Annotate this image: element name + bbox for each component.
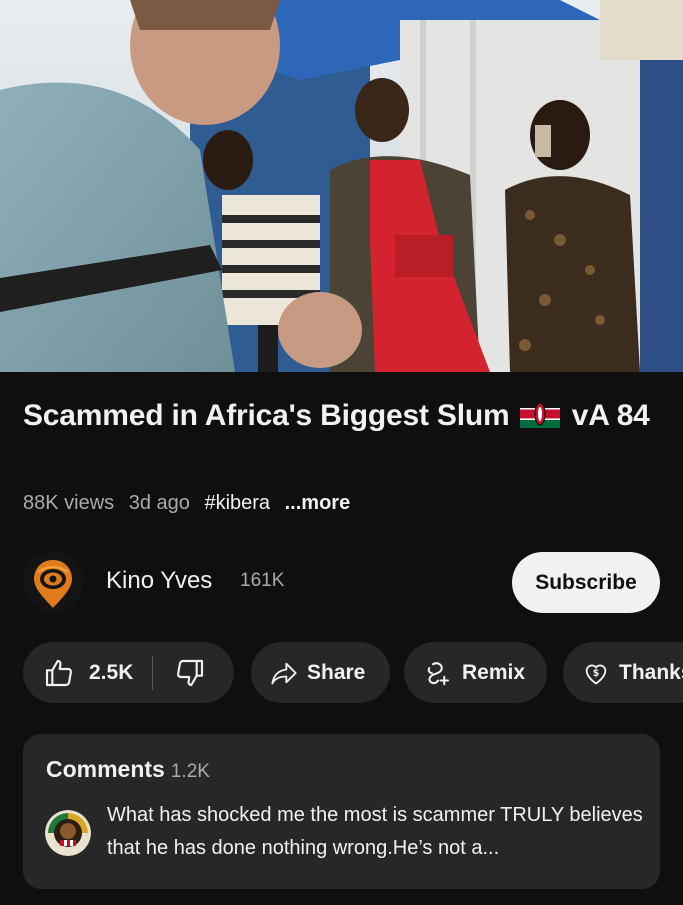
video-title[interactable]: Scammed in Africa's Biggest Slum vA 84 bbox=[23, 395, 663, 439]
subscriber-count: 161K bbox=[240, 570, 285, 591]
video-title-suffix: vA 84 bbox=[571, 399, 650, 432]
remix-label: Remix bbox=[462, 660, 526, 684]
thumbs-up-icon bbox=[43, 657, 75, 689]
thanks-label: Thanks bbox=[619, 660, 683, 684]
video-player[interactable] bbox=[0, 0, 683, 372]
video-title-text: Scammed in Africa's Biggest Slum bbox=[23, 399, 510, 432]
comments-panel[interactable]: Comments 1.2K What has shocked me the mos… bbox=[23, 734, 660, 889]
remix-button[interactable]: Remix bbox=[404, 642, 547, 703]
view-count: 88K views bbox=[23, 492, 115, 514]
remix-icon bbox=[423, 658, 453, 688]
comments-label: Comments bbox=[46, 756, 165, 782]
top-comment-text: What has shocked me the most is scammer … bbox=[107, 804, 643, 859]
share-label: Share bbox=[307, 660, 366, 684]
video-meta[interactable]: 88K views 3d ago #kibera ...more bbox=[23, 492, 359, 515]
svg-text:$: $ bbox=[593, 667, 600, 678]
share-button[interactable]: Share bbox=[251, 642, 390, 703]
video-frame-image bbox=[0, 0, 683, 372]
channel-avatar[interactable] bbox=[23, 552, 83, 612]
subscribe-button[interactable]: Subscribe bbox=[512, 552, 660, 613]
commenter-avatar[interactable] bbox=[45, 810, 91, 856]
like-button[interactable]: 2.5K bbox=[23, 657, 133, 689]
hashtag-link[interactable]: #kibera bbox=[204, 492, 270, 514]
kenya-flag-icon bbox=[519, 398, 560, 439]
more-link[interactable]: ...more bbox=[285, 492, 351, 514]
like-dislike-chip: 2.5K bbox=[23, 642, 234, 703]
comments-count: 1.2K bbox=[170, 761, 210, 782]
thumbs-down-icon bbox=[174, 657, 206, 689]
heart-dollar-icon: $ bbox=[582, 659, 610, 687]
channel-name[interactable]: Kino Yves bbox=[106, 567, 212, 595]
upload-age: 3d ago bbox=[128, 492, 190, 514]
share-arrow-icon bbox=[270, 659, 298, 687]
dislike-button[interactable] bbox=[153, 657, 206, 689]
like-count: 2.5K bbox=[89, 660, 134, 684]
comments-header: Comments 1.2K bbox=[46, 756, 210, 783]
thanks-button[interactable]: $ Thanks bbox=[563, 642, 683, 703]
